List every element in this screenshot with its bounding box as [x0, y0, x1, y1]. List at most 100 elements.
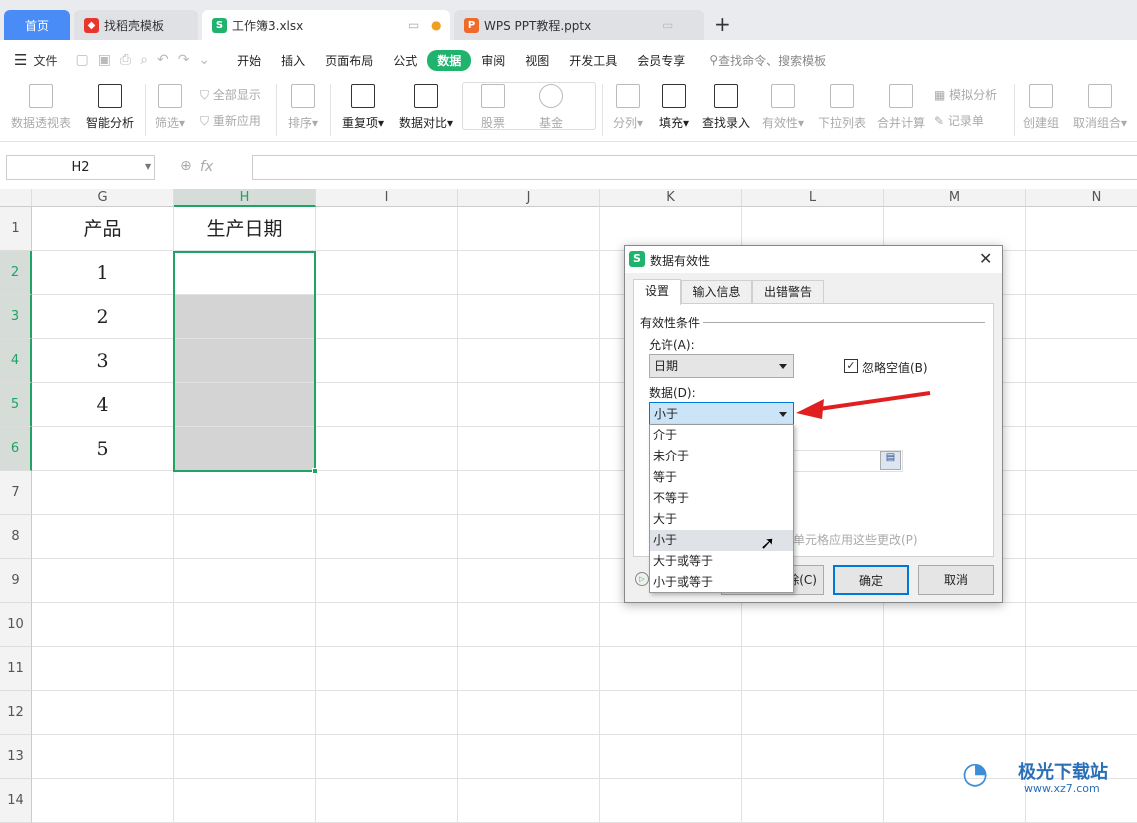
tab-docer[interactable]: ◆ 找稻壳模板 [74, 10, 198, 40]
row-header-7[interactable]: 7 [0, 471, 32, 515]
cell-H8[interactable] [174, 515, 316, 559]
tab-error-alert[interactable]: 出错警告 [752, 280, 824, 304]
quick-access-icons[interactable]: ▢▣⎙⌕↶↷⌄ [75, 52, 219, 68]
formula-input[interactable] [252, 155, 1137, 180]
cell-I8[interactable] [316, 515, 458, 559]
cell-N1[interactable] [1026, 207, 1137, 251]
fund-button[interactable]: 基金 [536, 80, 566, 131]
column-header-M[interactable]: M [884, 189, 1026, 207]
fill-button[interactable]: 填充▾ [656, 80, 692, 131]
ignore-blank-checkbox[interactable]: ✓ [844, 359, 858, 373]
chevron-down-icon[interactable]: ▼ [145, 162, 151, 171]
cell-J11[interactable] [458, 647, 600, 691]
dropdown-option[interactable]: 未介于 [650, 446, 793, 467]
reapply-button[interactable]: ⛉ 重新应用 [200, 112, 261, 129]
duplicates-button[interactable]: 重复项▾ [340, 80, 386, 131]
row-header-3[interactable]: 3 [0, 295, 32, 339]
column-header-H[interactable]: H [174, 189, 316, 207]
cell-K12[interactable] [600, 691, 742, 735]
cell-L12[interactable] [742, 691, 884, 735]
cell-I4[interactable] [316, 339, 458, 383]
cell-J1[interactable] [458, 207, 600, 251]
cell-L14[interactable] [742, 779, 884, 823]
cell-G14[interactable] [32, 779, 174, 823]
cell-I1[interactable] [316, 207, 458, 251]
consolidate-button[interactable]: 合并计算 [877, 80, 925, 131]
cell-G7[interactable] [32, 471, 174, 515]
column-header-L[interactable]: L [742, 189, 884, 207]
row-header-10[interactable]: 10 [0, 603, 32, 647]
menu-view[interactable]: 视图 [515, 50, 559, 71]
cell-K14[interactable] [600, 779, 742, 823]
cell-J9[interactable] [458, 559, 600, 603]
cell-K10[interactable] [600, 603, 742, 647]
dropdown-option[interactable]: 介于 [650, 425, 793, 446]
cell-M11[interactable] [884, 647, 1026, 691]
cell-L10[interactable] [742, 603, 884, 647]
cell-N11[interactable] [1026, 647, 1137, 691]
validity-button[interactable]: 有效性▾ [761, 80, 805, 131]
menu-formula[interactable]: 公式 [383, 50, 427, 71]
dropdown-option[interactable]: 等于 [650, 467, 793, 488]
lookup-entry-button[interactable]: 查找录入 [701, 80, 751, 131]
tab-home[interactable]: 首页 [4, 10, 70, 40]
ok-button[interactable]: 确定 [833, 565, 909, 595]
menu-start[interactable]: 开始 [227, 50, 271, 71]
cell-G8[interactable] [32, 515, 174, 559]
cell-H5[interactable] [174, 383, 316, 427]
cell-N10[interactable] [1026, 603, 1137, 647]
cell-J14[interactable] [458, 779, 600, 823]
cell-H6[interactable] [174, 427, 316, 471]
cell-H9[interactable] [174, 559, 316, 603]
cell-H14[interactable] [174, 779, 316, 823]
row-header-12[interactable]: 12 [0, 691, 32, 735]
menu-file[interactable]: 文件 [33, 52, 57, 69]
cell-H12[interactable] [174, 691, 316, 735]
row-header-11[interactable]: 11 [0, 647, 32, 691]
cell-J4[interactable] [458, 339, 600, 383]
select-all-corner[interactable] [0, 189, 32, 207]
allow-select[interactable]: 日期 [649, 354, 794, 378]
show-all-button[interactable]: ⛉ 全部显示 [200, 86, 261, 103]
cell-H11[interactable] [174, 647, 316, 691]
tab-input-message[interactable]: 输入信息 [681, 280, 752, 304]
cell-G1[interactable]: 产品 [32, 207, 174, 251]
cell-M10[interactable] [884, 603, 1026, 647]
cell-N4[interactable] [1026, 339, 1137, 383]
row-header-5[interactable]: 5 [0, 383, 32, 427]
cell-I9[interactable] [316, 559, 458, 603]
new-tab-button[interactable]: + [714, 12, 731, 36]
dropdown-option[interactable]: 不等于 [650, 488, 793, 509]
dropdown-option[interactable]: 大于或等于 [650, 551, 793, 572]
stock-button[interactable]: 股票 [478, 80, 508, 131]
cell-K11[interactable] [600, 647, 742, 691]
cell-N3[interactable] [1026, 295, 1137, 339]
column-header-K[interactable]: K [600, 189, 742, 207]
column-header-G[interactable]: G [32, 189, 174, 207]
cell-H4[interactable] [174, 339, 316, 383]
data-select[interactable]: 小于 [649, 402, 794, 425]
row-header-14[interactable]: 14 [0, 779, 32, 823]
cell-H13[interactable] [174, 735, 316, 779]
column-header-N[interactable]: N [1026, 189, 1137, 207]
cell-G9[interactable] [32, 559, 174, 603]
cell-I10[interactable] [316, 603, 458, 647]
create-group-button[interactable]: 创建组 [1022, 80, 1060, 131]
row-header-9[interactable]: 9 [0, 559, 32, 603]
cell-I6[interactable] [316, 427, 458, 471]
menu-insert[interactable]: 插入 [271, 50, 315, 71]
record-form-button[interactable]: ✎ 记录单 [934, 112, 984, 129]
fill-handle[interactable] [312, 468, 318, 474]
column-header-J[interactable]: J [458, 189, 600, 207]
menu-review[interactable]: 审阅 [471, 50, 515, 71]
fx-icon[interactable]: fx [200, 159, 213, 175]
compare-button[interactable]: 数据对比▾ [397, 80, 455, 131]
cell-G2[interactable]: 1 [32, 251, 174, 295]
cell-I7[interactable] [316, 471, 458, 515]
cell-J7[interactable] [458, 471, 600, 515]
cell-H7[interactable] [174, 471, 316, 515]
row-header-13[interactable]: 13 [0, 735, 32, 779]
tab-ppt[interactable]: P WPS PPT教程.pptx ▭ [454, 10, 704, 40]
whatif-button[interactable]: ▦ 模拟分析 [934, 86, 997, 103]
ungroup-button[interactable]: 取消组合▾ [1070, 80, 1130, 131]
